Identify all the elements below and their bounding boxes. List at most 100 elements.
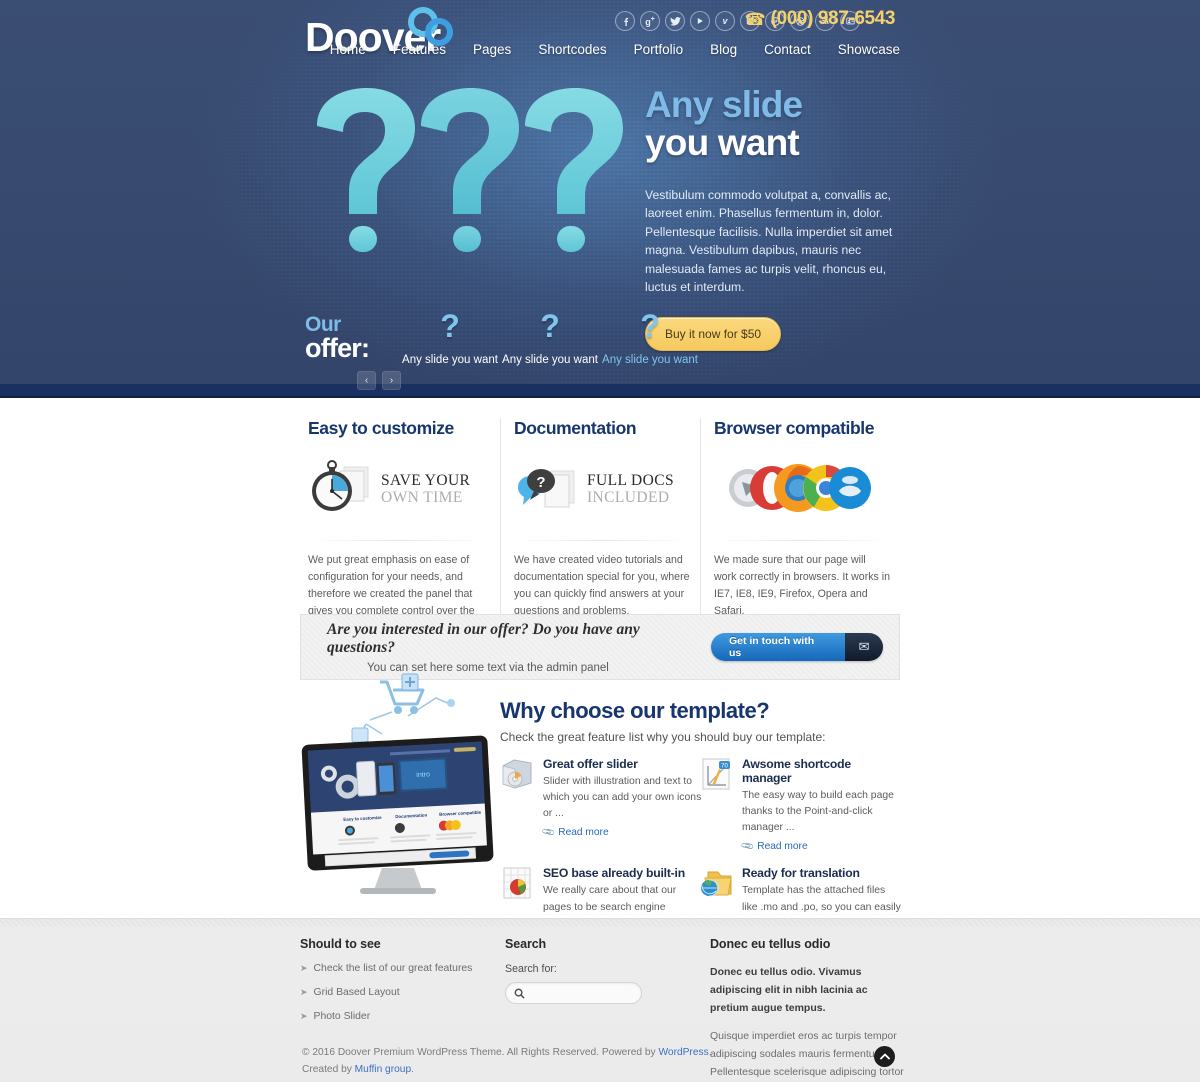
three-question-marks-illustration: [305, 82, 635, 297]
footer-link-list: ➤ Check the list of our great features ➤ G…: [300, 963, 505, 1022]
cta-banner: Are you interested in our offer? Do you …: [300, 614, 900, 680]
why-feature-shortcode-manager: 70 Awsome shortcode manager The easy way…: [699, 757, 898, 854]
phone-number: (000) 987-6543: [770, 8, 896, 29]
cta-text-block: Are you interested in our offer? Do you …: [327, 621, 711, 674]
back-to-top-button[interactable]: [874, 1046, 895, 1067]
nav-item-shortcodes[interactable]: Shortcodes: [538, 42, 606, 57]
list-item[interactable]: ➤ Check the list of our great features: [300, 963, 505, 974]
chevron-up-icon: [879, 1053, 890, 1060]
slider-thumb-label: Any slide you want: [602, 354, 698, 366]
why-feature-title: SEO base already built-in: [543, 866, 685, 881]
feature-box-caption-line1: FULL DOCS: [587, 471, 674, 489]
pie-chart-grid-icon: [503, 867, 531, 899]
cd-box-icon: [502, 759, 532, 789]
feature-box-body: We made sure that our page will work cor…: [714, 554, 891, 618]
slider-thumb-label: Any slide you want: [502, 354, 598, 366]
bullet-icon: ➤: [300, 1011, 308, 1021]
footer-link-label: Check the list of our great features: [313, 963, 473, 974]
google-plus-icon[interactable]: g+: [640, 11, 660, 31]
created-by-period: .: [411, 1064, 414, 1076]
nav-item-showcase[interactable]: Showcase: [838, 42, 900, 57]
feature-box-body: We have created video tutorials and docu…: [514, 554, 690, 618]
question-mark-icon: ?: [640, 308, 660, 344]
question-mark-icon: ?: [440, 308, 460, 344]
vimeo-icon[interactable]: v: [715, 11, 735, 31]
footer-text-bold: Donec eu tellus odio. Vivamus adipiscing…: [710, 966, 868, 1015]
slider-next-button[interactable]: ›: [382, 370, 401, 390]
footer-link-label: Grid Based Layout: [313, 987, 400, 998]
why-feature-readmore[interactable]: 📎 Read more: [540, 825, 703, 840]
chart-70-icon: 70: [702, 758, 730, 790]
footer-column-title: Search: [505, 937, 547, 951]
page-root: Doover g+ v ☎ (000) 987-6543 Home Featur…: [0, 0, 1200, 1082]
nav-item-blog[interactable]: Blog: [710, 42, 737, 57]
get-in-touch-button[interactable]: Get in touch with us ✉: [710, 633, 883, 661]
speech-bubble-docs-icon: ?: [517, 469, 575, 508]
divider: [308, 540, 490, 541]
slider-thumb-2[interactable]: ? Any slide you want: [500, 310, 600, 369]
nav-item-portfolio[interactable]: Portfolio: [634, 42, 684, 57]
hero-section: Doover g+ v ☎ (000) 987-6543 Home Featur…: [0, 0, 1200, 398]
why-feature-body: Slider with illustration and text to whi…: [543, 776, 702, 820]
nav-item-features[interactable]: Features: [393, 42, 446, 57]
phone-icon: ☎: [744, 9, 766, 29]
why-feature-title: Ready for translation: [742, 866, 860, 881]
slider-thumb-3[interactable]: ? Any slide you want: [600, 310, 700, 369]
hero-title-line1: Any slide: [645, 84, 803, 125]
nav-item-contact[interactable]: Contact: [764, 42, 811, 57]
why-feature-title: Awsome shortcode manager: [742, 757, 851, 785]
feature-box-caption-line1: SAVE YOUR: [381, 471, 471, 489]
paperclip-icon: 📎: [540, 825, 556, 840]
svg-text:?: ?: [536, 474, 545, 491]
why-feature-readmore[interactable]: 📎 Read more: [739, 839, 902, 854]
divider: [714, 540, 890, 541]
footer-column-title: Should to see: [300, 937, 381, 951]
why-subtitle: Check the great feature list why you sho…: [500, 730, 826, 744]
list-item[interactable]: ➤ Grid Based Layout: [300, 987, 505, 998]
hero-bottom-bar: [0, 384, 1200, 398]
copyright-block: © 2016 Doover Premium WordPress Theme. A…: [302, 1044, 712, 1078]
slider-thumb-1[interactable]: ? Any slide you want: [400, 310, 500, 369]
feature-box-caption: FULL DOCS INCLUDED: [587, 472, 674, 507]
feature-box-title: Easy to customize: [308, 418, 454, 438]
hero-paragraph: Vestibulum commodo volutpat a, convallis…: [645, 187, 893, 295]
slider-prev-button[interactable]: ‹: [357, 370, 376, 390]
why-feature-readmore-link[interactable]: Read more: [757, 841, 807, 852]
list-item[interactable]: ➤ Photo Slider: [300, 1011, 505, 1022]
search-input[interactable]: [505, 982, 642, 1004]
desktop-monitor-illustration: intro Easy to customize Documentation Br…: [296, 672, 501, 897]
copyright-line-1: © 2016 Doover Premium WordPress Theme. A…: [302, 1044, 712, 1061]
slider-thumb-label: Any slide you want: [402, 354, 498, 366]
footer-link-label: Photo Slider: [313, 1011, 371, 1022]
footer-column-title: Donec eu tellus odio: [710, 937, 831, 951]
browser-logos-icon: [729, 464, 871, 512]
nav-item-home[interactable]: Home: [330, 42, 366, 57]
copyright-line-2: Created by Muffin group.: [302, 1061, 712, 1078]
infinity-rings-icon: [408, 7, 453, 46]
slider-thumbnails: ? Any slide you want ? Any slide you wan…: [400, 310, 700, 369]
twitter-icon[interactable]: [665, 11, 685, 31]
muffin-group-link[interactable]: Muffin group: [355, 1064, 411, 1075]
feature-box-art: SAVE YOUR OWN TIME: [308, 451, 490, 527]
nav-item-pages[interactable]: Pages: [473, 42, 511, 57]
paperclip-icon: 📎: [739, 839, 755, 854]
facebook-icon[interactable]: [615, 11, 635, 31]
youtube-icon[interactable]: [690, 11, 710, 31]
why-feature-readmore-link[interactable]: Read more: [558, 827, 608, 838]
why-title: Why choose our template?: [500, 698, 770, 723]
offer-line2: offer:: [305, 332, 370, 363]
offer-line1: Our: [305, 313, 341, 336]
offer-label-block: Our offer: ‹ ›: [305, 313, 401, 390]
svg-text:intro: intro: [416, 771, 430, 779]
created-by-text: Created by: [302, 1064, 355, 1076]
slider-arrows: ‹ ›: [357, 370, 401, 390]
divider: [514, 540, 690, 541]
why-feature-title: Great offer slider: [543, 757, 638, 771]
feature-box-art: [714, 451, 890, 527]
feature-box-art: ? FULL DOCS INCLUDED: [514, 451, 690, 527]
get-in-touch-label: Get in touch with us: [710, 633, 846, 661]
feature-box-title: Browser compatible: [714, 418, 875, 438]
wordpress-link[interactable]: WordPress: [658, 1047, 708, 1058]
header-phone[interactable]: ☎ (000) 987-6543: [744, 8, 895, 30]
folder-globe-icon: [701, 871, 732, 897]
